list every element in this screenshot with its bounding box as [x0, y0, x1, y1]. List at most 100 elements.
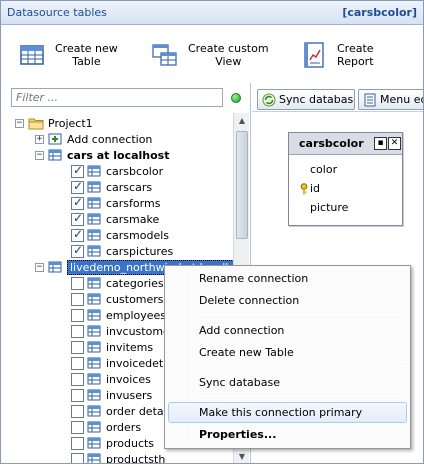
menu-item-sync-database[interactable]: Sync database [168, 372, 407, 393]
table-icon [87, 373, 101, 385]
menu-separator [197, 396, 407, 397]
menu-separator [197, 314, 407, 315]
menu-item-create-new-table[interactable]: Create new Table [168, 342, 407, 363]
table-checkbox[interactable] [71, 324, 84, 338]
menu-editor-button[interactable]: Menu editor [358, 89, 423, 110]
table-checkbox[interactable] [71, 292, 84, 306]
entity-menu-icon[interactable]: ▪ [374, 137, 387, 150]
tree-node-table[interactable]: invoices [71, 371, 151, 387]
sync-database-label: Sync database [279, 93, 355, 106]
collapse-icon[interactable]: − [15, 118, 24, 128]
table-icon [87, 309, 101, 321]
table-label: invusers [106, 388, 153, 402]
create-view-label: Create custom View [188, 42, 269, 68]
tree-node-table[interactable]: invcustomer [71, 323, 174, 339]
table-checkbox[interactable] [71, 179, 84, 194]
table-label: carsforms [106, 196, 161, 210]
tree-node-project[interactable]: − Project1 [15, 115, 93, 131]
table-icon [87, 405, 101, 417]
table-checkbox[interactable] [71, 276, 84, 290]
tree-node-table[interactable]: carsforms [71, 195, 160, 211]
table-icon [87, 197, 101, 209]
tree-node-table[interactable]: carspictures [71, 243, 173, 259]
tree-node-connection-cars[interactable]: − cars at localhost [35, 147, 170, 163]
table-label: invoices [106, 372, 151, 386]
expand-icon[interactable]: + [35, 134, 44, 144]
table-checkbox[interactable] [71, 195, 84, 210]
context-title: [carsbcolor] [342, 6, 417, 19]
tree-node-add-connection[interactable]: + Add connection [35, 131, 152, 147]
create-report-button[interactable]: Create Report [301, 35, 374, 75]
diagram-toolbar: Sync database Menu editor [252, 86, 423, 112]
sync-database-button[interactable]: Sync database [257, 89, 355, 110]
tree-node-table[interactable]: invoicedetail [71, 355, 176, 371]
tree-node-table[interactable]: invusers [71, 387, 152, 403]
tree-node-table[interactable]: productsth [71, 451, 166, 464]
entity-field[interactable]: color [310, 163, 337, 176]
filter-input[interactable] [11, 88, 223, 107]
connection-label: cars at localhost [67, 148, 170, 162]
table-checkbox[interactable] [71, 308, 84, 322]
tree-node-table[interactable]: carsmodels [71, 227, 169, 243]
tree-node-table[interactable]: employees [71, 307, 166, 323]
entity-close-icon[interactable]: ✕ [388, 137, 401, 150]
scroll-up-icon[interactable]: ▲ [236, 115, 248, 127]
create-view-button[interactable]: Create custom View [152, 35, 269, 75]
menu-item-add-connection[interactable]: Add connection [168, 320, 407, 341]
table-checkbox[interactable] [71, 388, 84, 402]
table-checkbox[interactable] [71, 420, 84, 434]
table-checkbox[interactable] [71, 436, 84, 450]
menu-editor-label: Menu editor [380, 93, 423, 106]
table-label: carsmodels [106, 228, 170, 242]
connection-status-icon [231, 93, 241, 103]
table-checkbox[interactable] [71, 372, 84, 386]
table-checkbox[interactable] [71, 163, 84, 178]
collapse-icon[interactable]: − [35, 150, 44, 160]
table-label: productsth [106, 452, 166, 464]
scroll-down-icon[interactable]: ▼ [236, 451, 248, 463]
table-checkbox[interactable] [71, 227, 84, 242]
menu-item-delete-connection[interactable]: Delete connection [168, 290, 407, 311]
table-icon [87, 357, 101, 369]
table-icon [87, 277, 101, 289]
app-window: Datasource tables [carsbcolor] Create ne… [0, 0, 424, 464]
tree-node-table[interactable]: invitems [71, 339, 153, 355]
tree-node-table[interactable]: order details [71, 403, 175, 419]
table-icon [87, 325, 101, 337]
scrollbar-thumb[interactable] [236, 131, 248, 239]
panel-title-bar: Datasource tables [carsbcolor] [1, 1, 423, 25]
entity-field-primary-key[interactable]: id [299, 182, 320, 195]
menu-item-make-primary[interactable]: Make this connection primary [168, 402, 407, 423]
table-label: orders [106, 420, 142, 434]
entity-box-carsbcolor[interactable]: carsbcolor ▪ ✕ color id picture [288, 132, 403, 226]
sync-icon [262, 93, 276, 106]
table-checkbox[interactable] [71, 211, 84, 226]
tree-node-table[interactable]: customers [71, 291, 164, 307]
table-checkbox[interactable] [71, 243, 84, 258]
tree-node-table[interactable]: products [71, 435, 154, 451]
menu-item-rename-connection[interactable]: Rename connection [168, 268, 407, 289]
menu-item-properties[interactable]: Properties... [168, 424, 407, 445]
create-table-button[interactable]: Create new Table [19, 35, 118, 75]
tree-node-table[interactable]: carscars [71, 179, 152, 195]
add-connection-icon [48, 133, 62, 145]
entity-field[interactable]: picture [310, 201, 348, 214]
tree-node-table[interactable]: categories [71, 275, 164, 291]
table-icon [87, 165, 101, 177]
field-label: color [310, 163, 338, 176]
tree-node-table[interactable]: carsmake [71, 211, 159, 227]
view-icon [152, 44, 177, 66]
table-icon [20, 45, 44, 65]
tree-node-table[interactable]: carsbcolor [71, 163, 163, 179]
table-checkbox[interactable] [71, 452, 84, 463]
collapse-icon[interactable]: − [35, 262, 44, 272]
entity-title: carsbcolor [299, 137, 364, 150]
table-checkbox[interactable] [71, 340, 84, 354]
table-checkbox[interactable] [71, 404, 84, 418]
field-label: id [310, 182, 321, 195]
table-icon [87, 213, 101, 225]
tree-node-table[interactable]: orders [71, 419, 141, 435]
table-label: customers [106, 292, 164, 306]
create-report-label: Create Report [337, 42, 374, 68]
table-checkbox[interactable] [71, 356, 84, 370]
